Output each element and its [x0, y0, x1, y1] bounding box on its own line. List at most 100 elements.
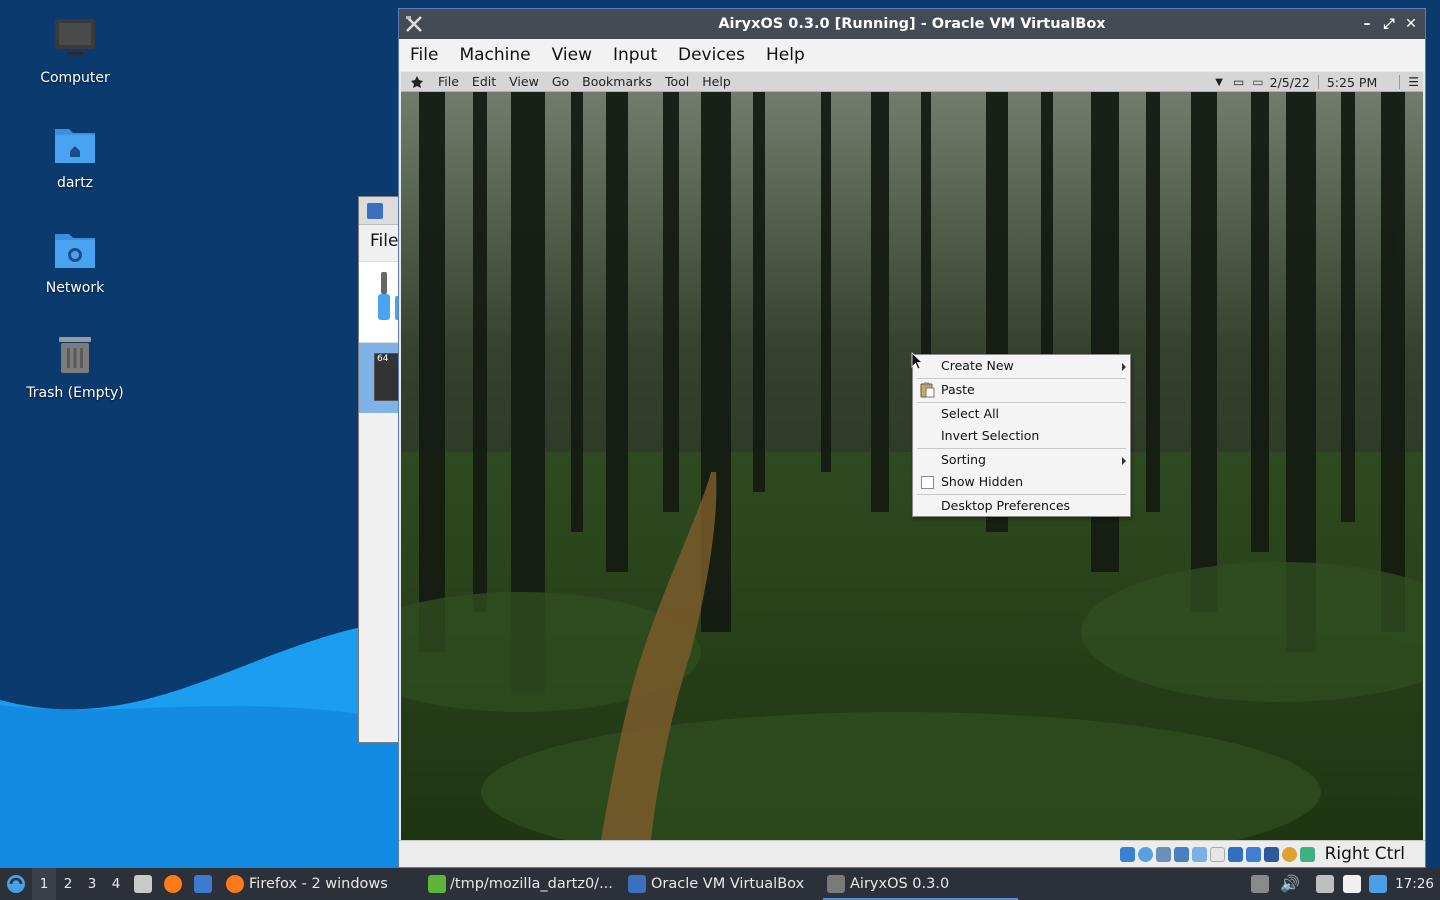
archive-icon	[428, 875, 446, 893]
guest-menu-view[interactable]: View	[509, 74, 539, 89]
list-icon[interactable]: ☰	[1408, 75, 1419, 89]
guest-top-panel: File Edit View Go Bookmarks Tool Help ▼ …	[401, 72, 1423, 92]
display-icon[interactable]: ▭	[1233, 75, 1244, 89]
display-icon[interactable]	[1228, 847, 1243, 862]
notes-tray-icon[interactable]	[1343, 875, 1361, 893]
menu-item-create-new[interactable]: Create New	[913, 355, 1130, 377]
menu-machine[interactable]: Machine	[459, 45, 530, 65]
workspace-4[interactable]: 4	[104, 868, 128, 900]
guest-menu-go[interactable]: Go	[552, 74, 569, 89]
task-label: AiryxOS 0.3.0 [Runnin...	[850, 876, 950, 892]
optical-drive-icon[interactable]	[1138, 847, 1153, 862]
task-archive[interactable]: /tmp/mozilla_dartz0/...	[424, 868, 619, 900]
virtualbox-manager-icon	[367, 203, 383, 219]
home-folder-icon	[55, 129, 95, 163]
workspace-2[interactable]: 2	[56, 868, 80, 900]
desktop-icon-label: Computer	[40, 70, 110, 86]
battery-icon[interactable]: ▭	[1252, 75, 1263, 89]
workspace-3[interactable]: 3	[80, 868, 104, 900]
trash-icon	[59, 337, 91, 373]
firefox-icon	[226, 875, 244, 893]
menu-item-invert-selection[interactable]: Invert Selection	[913, 425, 1130, 447]
workspace-1[interactable]: 1	[32, 868, 56, 900]
menu-item-paste[interactable]: Paste	[913, 379, 1130, 401]
minimize-icon[interactable]: –	[1361, 9, 1373, 39]
menu-item-label: Sorting	[941, 452, 986, 467]
guest-date[interactable]: 2/5/22	[1270, 75, 1310, 90]
guest-display[interactable]: File Edit View Go Bookmarks Tool Help ▼ …	[401, 72, 1423, 840]
mouse-integration-icon[interactable]	[1300, 847, 1315, 862]
virtualbox-window[interactable]: AiryxOS 0.3.0 [Running] - Oracle VM Virt…	[398, 8, 1426, 868]
desktop-icon-computer[interactable]: Computer	[10, 16, 140, 86]
menu-item-label: Desktop Preferences	[941, 498, 1071, 513]
vm-badge: 64	[374, 353, 399, 401]
submenu-arrow-icon	[1122, 363, 1126, 371]
background-window-titlebar[interactable]	[359, 197, 399, 225]
menu-item-sorting[interactable]: Sorting	[913, 449, 1130, 471]
menu-devices[interactable]: Devices	[678, 45, 745, 65]
desktop-launcher-icon[interactable]	[194, 875, 212, 893]
airyx-logo-icon[interactable]	[410, 75, 424, 89]
close-icon[interactable]: ✕	[1405, 9, 1417, 39]
task-virtualbox-manager[interactable]: Oracle VM VirtualBox ...	[624, 868, 819, 900]
menu-help[interactable]: Help	[766, 45, 805, 65]
desktop-icon-network[interactable]: Network	[10, 226, 140, 296]
shared-folders-icon[interactable]	[1210, 847, 1225, 862]
menu-view[interactable]: View	[552, 45, 592, 65]
background-window-vm-entry[interactable]: 64	[359, 343, 399, 413]
tools-icon	[378, 272, 399, 320]
host-key-label: Right Ctrl	[1324, 844, 1405, 864]
desktop-icon-label: dartz	[56, 175, 94, 191]
file-manager-launcher-icon[interactable]	[134, 875, 152, 893]
background-window[interactable]: File 64	[358, 196, 400, 743]
network-tray-icon[interactable]	[1369, 875, 1387, 893]
show-hidden-checkbox[interactable]	[921, 476, 934, 489]
desktop-context-menu: Create New Paste Select All Invert Selec…	[912, 354, 1131, 517]
vbox-menubar: File Machine View Input Devices Help	[399, 39, 1425, 71]
menu-item-select-all[interactable]: Select All	[913, 403, 1130, 425]
dropdown-arrow-icon[interactable]: ▼	[1215, 77, 1223, 88]
guest-menu-edit[interactable]: Edit	[472, 74, 496, 89]
video-capture-icon[interactable]	[1246, 847, 1261, 862]
status-icons	[1120, 847, 1315, 862]
guest-menu-file[interactable]: File	[438, 74, 459, 89]
audio-icon[interactable]	[1156, 847, 1171, 862]
window-titlebar[interactable]: AiryxOS 0.3.0 [Running] - Oracle VM Virt…	[399, 9, 1425, 39]
clipboard-tray-icon[interactable]	[1251, 875, 1269, 893]
desktop-icon-home[interactable]: dartz	[10, 121, 140, 191]
firefox-launcher-icon[interactable]	[164, 875, 182, 893]
guest-menu-tool[interactable]: Tool	[665, 74, 689, 89]
clock[interactable]: 17:26	[1395, 868, 1434, 900]
menu-item-desktop-preferences[interactable]: Desktop Preferences	[913, 495, 1130, 517]
guest-time[interactable]: 5:25 PM	[1327, 75, 1377, 90]
submenu-arrow-icon	[1122, 457, 1126, 465]
guest-menu-help[interactable]: Help	[702, 74, 731, 89]
network-folder-icon	[55, 234, 95, 268]
task-airyxos-vm[interactable]: AiryxOS 0.3.0 [Runnin...	[823, 868, 1018, 900]
desktop-icon-trash[interactable]: Trash (Empty)	[10, 331, 140, 401]
paste-icon	[920, 382, 935, 398]
panel-separator	[1399, 75, 1401, 89]
background-window-menu-file[interactable]: File	[359, 225, 399, 261]
guest-menu-bookmarks[interactable]: Bookmarks	[582, 74, 652, 89]
maximize-icon[interactable]: ⤢	[1383, 9, 1395, 39]
usb-icon[interactable]	[1192, 847, 1207, 862]
computer-icon	[55, 19, 95, 55]
start-menu-icon[interactable]	[4, 868, 30, 900]
menu-item-show-hidden[interactable]: Show Hidden	[913, 471, 1130, 493]
menu-input[interactable]: Input	[613, 45, 657, 65]
desktop-icon-label: Trash (Empty)	[26, 385, 124, 401]
task-firefox[interactable]: Firefox - 2 windows	[222, 868, 417, 900]
recording-icon[interactable]	[1264, 847, 1279, 862]
menu-file[interactable]: File	[410, 45, 438, 65]
mouse-cursor-icon	[911, 352, 923, 370]
network-icon[interactable]	[1174, 847, 1189, 862]
guest-panel-status: ▼ ▭ ▭ 2/5/22 5:25 PM ☰	[1215, 72, 1423, 92]
cpu-icon[interactable]	[1282, 847, 1297, 862]
display-tray-icon[interactable]	[1316, 875, 1334, 893]
hard-disk-icon[interactable]	[1120, 847, 1135, 862]
panel-separator	[1317, 75, 1319, 89]
menu-item-label: Paste	[941, 382, 975, 397]
host-taskbar: 1 2 3 4 Firefox - 2 windows /tmp/mozilla…	[0, 868, 1440, 900]
volume-icon[interactable]: 🔊	[1280, 868, 1300, 900]
